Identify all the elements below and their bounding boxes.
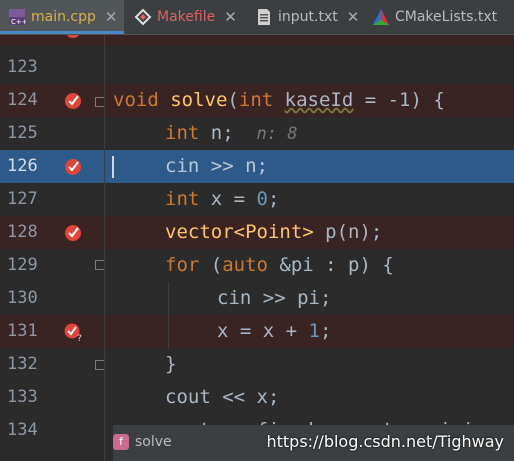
code-text: cin >> n; [165,155,268,177]
code-text: vector<Point> p(n); [165,221,383,243]
code-line-126: 126 cin >> n; [0,150,514,183]
code-line-129: 129 for (auto &pi : p) { [0,249,514,282]
line-number: 134 [7,420,38,440]
line-number: 130 [7,288,38,308]
watermark: https://blog.csdn.net/Tighway [266,432,504,451]
code-line-128: 128 vector<Point> p(n); [0,216,514,249]
line-number: 131 [7,321,38,341]
line-number: 123 [7,57,38,77]
code-editor[interactable]: 122 123 124 void solve(int kaseId = -1) … [0,35,514,461]
breakpoint-icon[interactable] [64,156,84,176]
line-number: 128 [7,222,38,242]
conditional-breakpoint-icon[interactable]: ? [64,321,84,341]
code-text: cout << x; [165,386,280,408]
line-number: 133 [7,387,38,407]
tab-cmakelists[interactable]: CMakeLists.txt [372,0,514,34]
cmake-icon [372,8,390,26]
tab-main-cpp[interactable]: C++ main.cpp ✕ [0,0,124,34]
close-icon[interactable]: ✕ [105,8,118,26]
indent-guide [168,282,169,348]
code-text: cin >> pi; [217,287,332,309]
line-number: 127 [7,189,38,209]
function-icon: f [113,434,129,450]
breakpoint-icon[interactable] [64,222,84,242]
breakpoint-icon[interactable] [64,35,84,39]
tab-makefile[interactable]: Makefile ✕ [134,0,246,34]
code-line-131: 131 ? x = x + 1; [0,315,514,348]
svg-text:C++: C++ [11,18,26,26]
code-text: x = x + 1; [217,320,332,342]
tab-input-txt[interactable]: input.txt ✕ [255,0,365,34]
tab-label: CMakeLists.txt [395,9,498,25]
text-file-icon [255,8,273,26]
code-text: for (auto &pi : p) { [165,254,394,276]
editor-tab-bar: C++ main.cpp ✕ Makefile ✕ input.txt ✕ CM… [0,0,514,35]
line-number: 125 [7,123,38,143]
makefile-icon [134,8,152,26]
code-text: int n; n: 8 [165,122,298,144]
tab-label: Makefile [157,9,216,25]
code-line-124: 124 void solve(int kaseId = -1) { [0,84,514,117]
close-icon[interactable]: ✕ [224,8,237,26]
code-line-125: 125 int n; n: 8 [0,117,514,150]
line-number: 124 [7,90,38,110]
code-line-127: 127 int x = 0; [0,183,514,216]
code-text: void solve(int kaseId = -1) { [113,89,445,111]
close-icon[interactable]: ✕ [347,8,360,26]
cpp-file-icon: C++ [8,8,26,26]
breadcrumb-function[interactable]: solve [135,434,172,450]
line-number: 126 [7,156,38,176]
tab-label: input.txt [278,9,338,25]
text-caret [112,156,114,178]
code-text: int x = 0; [165,188,280,210]
gutter-separator [104,35,105,461]
line-number: 129 [7,255,38,275]
svg-text:?: ? [77,334,82,341]
code-line-130: 130 cin >> pi; [0,282,514,315]
code-text: } [165,353,177,375]
code-line-123: 123 [0,51,514,84]
line-number: 122 [7,35,49,46]
code-line-133: 133 cout << x; [0,381,514,414]
code-line-132: 132 } [0,348,514,381]
breakpoint-icon[interactable] [64,90,84,110]
inline-value-hint: n: 8 [256,124,298,144]
code-line-122: 122 [0,35,514,46]
tab-label: main.cpp [31,9,96,25]
line-number: 132 [7,354,38,374]
